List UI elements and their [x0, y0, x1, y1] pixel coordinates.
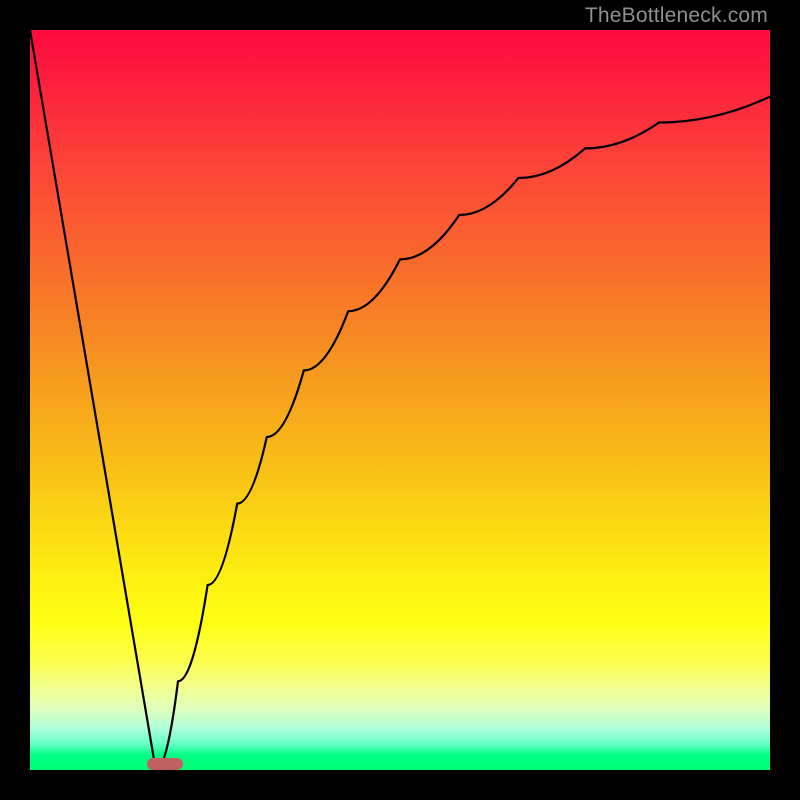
bottleneck-curve [30, 30, 770, 770]
plot-area [30, 30, 770, 770]
optimal-marker [147, 758, 183, 770]
curve-path [30, 30, 770, 770]
chart-frame: TheBottleneck.com [0, 0, 800, 800]
watermark-text: TheBottleneck.com [585, 4, 768, 28]
